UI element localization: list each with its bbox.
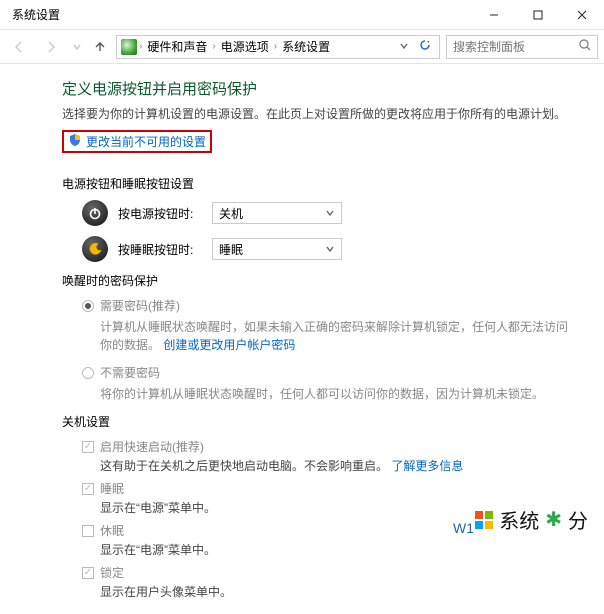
shutdown-section-title: 关机设置 <box>62 413 576 430</box>
chevron-right-icon: › <box>274 41 277 52</box>
lock-row: 锁定 <box>82 564 576 581</box>
back-button[interactable] <box>6 34 32 60</box>
checkbox-lock[interactable] <box>82 567 94 579</box>
chevron-down-icon <box>325 208 335 218</box>
power-buttons-rows: 按电源按钮时: 关机 按睡眠按钮时: 睡眠 <box>62 200 576 262</box>
power-button-row: 按电源按钮时: 关机 <box>82 200 576 226</box>
wake-password-section-title: 唤醒时的密码保护 <box>62 272 576 289</box>
window-controls <box>472 0 604 29</box>
watermark-text-b: 分 <box>568 505 588 534</box>
checkbox-hibernate[interactable] <box>82 525 94 537</box>
power-icon <box>82 200 108 226</box>
window-title: 系统设置 <box>0 6 472 23</box>
no-password-label: 不需要密码 <box>100 364 160 381</box>
power-button-select[interactable]: 关机 <box>212 202 342 224</box>
page-title: 定义电源按钮并启用密码保护 <box>62 78 576 99</box>
watermark-dot: ✱ <box>545 507 562 532</box>
lock-desc: 显示在用户头像菜单中。 <box>82 581 576 606</box>
radio-no-password[interactable] <box>82 367 94 379</box>
create-change-password-link[interactable]: 创建或更改用户帐户密码 <box>163 338 295 352</box>
control-panel-icon <box>121 39 137 55</box>
recent-dropdown[interactable] <box>70 34 84 60</box>
fast-startup-desc: 这有助于在关机之后更快地启动电脑。不会影响重启。 了解更多信息 <box>82 455 576 480</box>
search-box[interactable] <box>446 35 598 59</box>
up-button[interactable] <box>90 37 110 57</box>
fast-startup-row: 启用快速启动(推荐) <box>82 438 576 455</box>
sleep-button-value: 睡眠 <box>219 241 243 258</box>
breadcrumb-seg-hardware[interactable]: 硬件和声音 <box>144 38 210 55</box>
sleep-row: 睡眠 <box>82 480 576 497</box>
search-icon <box>579 39 591 54</box>
require-password-label: 需要密码(推荐) <box>100 297 180 314</box>
sleep-button-row: 按睡眠按钮时: 睡眠 <box>82 236 576 262</box>
nav-bar: › 硬件和声音 › 电源选项 › 系统设置 <box>0 30 604 64</box>
maximize-button[interactable] <box>516 0 560 29</box>
radio-require-password[interactable] <box>82 300 94 312</box>
forward-button[interactable] <box>38 34 64 60</box>
minimize-button[interactable] <box>472 0 516 29</box>
windows-logo-icon <box>475 511 493 529</box>
refresh-button[interactable] <box>415 39 435 54</box>
fast-startup-label: 启用快速启动(推荐) <box>100 438 204 455</box>
hibernate-desc: 显示在“电源”菜单中。 <box>82 539 576 564</box>
power-buttons-section-title: 电源按钮和睡眠按钮设置 <box>62 175 576 192</box>
watermark-w1: W1 <box>453 520 474 536</box>
fast-startup-desc-text: 这有助于在关机之后更快地启动电脑。不会影响重启。 <box>100 459 388 473</box>
shield-icon <box>68 133 82 150</box>
page-intro: 选择要为你的计算机设置的电源设置。在此页上对设置所做的更改将应用于你所有的电源计… <box>62 105 576 122</box>
search-input[interactable] <box>453 40 563 54</box>
breadcrumb-seg-system[interactable]: 系统设置 <box>279 38 333 55</box>
learn-more-link[interactable]: 了解更多信息 <box>391 459 463 473</box>
power-button-label: 按电源按钮时: <box>118 205 202 222</box>
close-button[interactable] <box>560 0 604 29</box>
require-password-desc: 计算机从睡眠状态唤醒时，如果未输入正确的密码来解除计算机锁定，任何人都无法访问你… <box>82 314 576 354</box>
power-button-value: 关机 <box>219 205 243 222</box>
no-password-desc: 将你的计算机从睡眠状态唤醒时，任何人都可以访问你的数据，因为计算机未锁定。 <box>82 381 576 403</box>
title-bar: 系统设置 <box>0 0 604 30</box>
change-unavailable-settings-link[interactable]: 更改当前不可用的设置 <box>62 130 212 153</box>
watermark: 系统✱分 <box>475 505 588 534</box>
checkbox-fast-startup[interactable] <box>82 441 94 453</box>
checkbox-sleep[interactable] <box>82 483 94 495</box>
chevron-right-icon: › <box>139 41 142 52</box>
chevron-down-icon <box>325 244 335 254</box>
chevron-right-icon: › <box>212 41 215 52</box>
breadcrumb[interactable]: › 硬件和声音 › 电源选项 › 系统设置 <box>116 35 440 59</box>
address-dropdown[interactable] <box>395 40 413 54</box>
no-password-option: 不需要密码 将你的计算机从睡眠状态唤醒时，任何人都可以访问你的数据，因为计算机未… <box>62 364 576 403</box>
watermark-text-a: 系统 <box>499 505 539 534</box>
hibernate-label: 休眠 <box>100 522 124 539</box>
lock-label: 锁定 <box>100 564 124 581</box>
change-unavailable-settings-label: 更改当前不可用的设置 <box>86 133 206 150</box>
sleep-button-select[interactable]: 睡眠 <box>212 238 342 260</box>
breadcrumb-seg-power[interactable]: 电源选项 <box>218 38 272 55</box>
require-password-option: 需要密码(推荐) 计算机从睡眠状态唤醒时，如果未输入正确的密码来解除计算机锁定，… <box>62 297 576 354</box>
moon-icon <box>82 236 108 262</box>
sleep-label: 睡眠 <box>100 480 124 497</box>
sleep-button-label: 按睡眠按钮时: <box>118 241 202 258</box>
